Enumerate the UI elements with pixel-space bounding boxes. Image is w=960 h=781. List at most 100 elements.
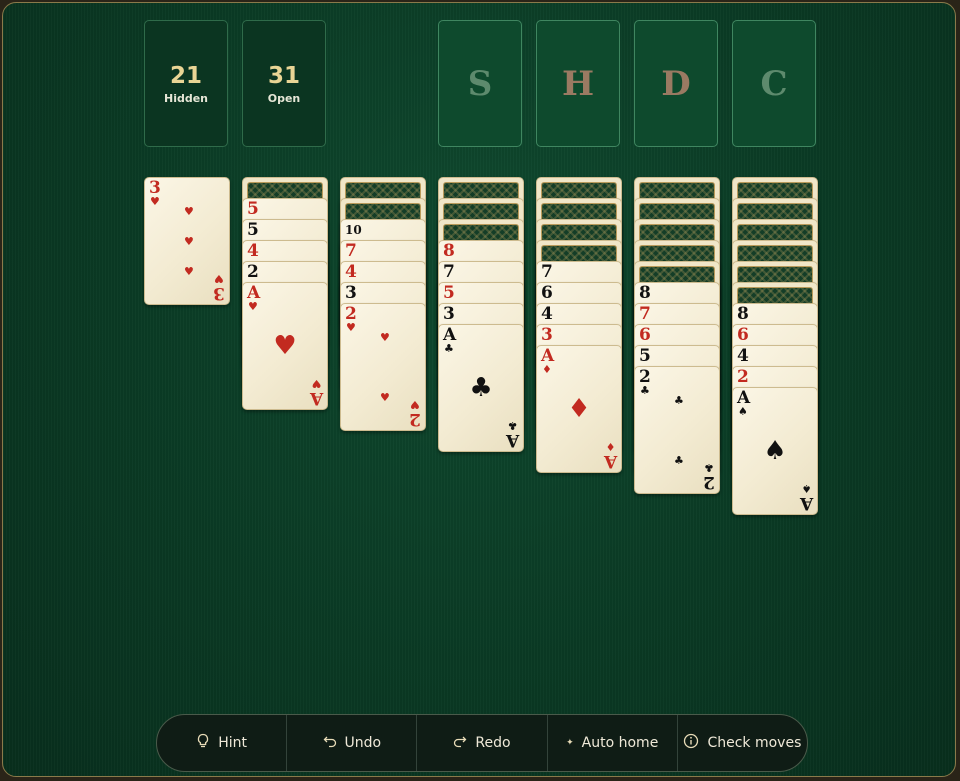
card-rank: 10 [345,223,362,237]
card-rank-bottom: A [799,493,813,513]
heart-icon: ♥ [214,272,225,285]
heart-icon: ♥ [410,398,421,411]
card-rank-bottom: 2 [409,409,421,429]
card-rank: 2 [247,262,259,282]
foundation-hearts[interactable]: H [536,20,620,147]
card-rank-bottom: A [505,430,519,450]
lightbulb-icon [196,733,210,753]
card-rank: 8 [737,304,749,324]
card-corner-bottom: 2 ♥ [409,398,421,429]
heart-icon: ♥ [184,265,194,278]
hint-button[interactable]: Hint [157,715,288,771]
redo-icon [453,734,467,752]
club-icon: ♣ [507,419,518,432]
card-rank: 3 [443,304,455,324]
playing-card[interactable]: A ♣ ♣ A ♣ [438,324,524,452]
card-rank: 5 [639,346,651,366]
card-rank: 6 [639,325,651,345]
card-rank: 5 [247,220,259,240]
card-rank: 5 [443,283,455,303]
check-moves-label: Check moves [707,735,802,751]
card-rank: 3 [345,283,357,303]
card-rank: 4 [247,241,259,261]
card-rank: 6 [541,283,553,303]
hidden-counter: 21 Hidden [144,20,228,147]
sparkle-icon: ✦ [566,738,574,748]
club-icon: ♣ [640,384,650,397]
card-rank-bottom: A [309,388,323,408]
playing-card[interactable]: 2 ♣ ♣ ♣ 2 ♣ [634,366,720,494]
redo-button[interactable]: Redo [417,715,548,771]
heart-icon: ♥ [380,331,390,344]
card-corner-bottom: 2 ♣ [703,461,715,492]
diamond-icon: ♦ [542,363,552,376]
club-icon: ♣ [444,342,454,355]
diamond-icon: ♦ [567,394,591,424]
club-icon: ♣ [674,394,684,407]
card-rank-bottom: 2 [703,472,715,492]
heart-icon: ♥ [184,205,194,218]
card-corner-bottom: A ♠ [799,482,813,513]
card-rank: 6 [737,325,749,345]
diamond-icon: ♦ [605,440,616,453]
card-rank: 3 [541,325,553,345]
spade-icon: ♠ [738,405,748,418]
open-label: Open [267,92,301,105]
foundation-letter: S [467,63,493,104]
club-icon: ♣ [469,373,493,403]
hint-label: Hint [218,735,247,751]
card-rank: 8 [639,283,651,303]
undo-label: Undo [344,735,382,751]
spade-icon: ♠ [763,436,787,466]
undo-button[interactable]: Undo [287,715,418,771]
auto-home-button[interactable]: ✦ Auto home [548,715,678,771]
check-moves-button[interactable]: Check moves [678,715,807,771]
card-rank: 4 [737,346,749,366]
spade-icon: ♠ [801,482,812,495]
playing-card[interactable]: 3 ♥ ♥ ♥ ♥ 3 ♥ [144,177,230,305]
heart-icon: ♥ [273,331,297,361]
heart-icon: ♥ [380,391,390,404]
info-icon [683,733,699,753]
heart-icon: ♥ [248,300,258,313]
foundation-letter: C [760,63,788,104]
card-corner-bottom: A ♦ [603,440,617,471]
playing-card[interactable]: A ♦ ♦ A ♦ [536,345,622,473]
action-toolbar: Hint Undo Redo ✦ Auto home Check moves [156,714,808,772]
redo-label: Redo [475,735,511,751]
club-icon: ♣ [674,454,684,467]
card-rank-bottom: 3 [213,283,225,303]
foundation-diamonds[interactable]: D [634,20,718,147]
auto-home-label: Auto home [581,735,659,751]
card-corner-bottom: A ♣ [505,419,519,450]
card-rank: 4 [345,262,357,282]
card-rank: 7 [639,304,651,324]
card-corner-bottom: A ♥ [309,377,323,408]
card-rank: 2 [737,367,749,387]
heart-icon: ♥ [311,377,322,390]
card-rank: 5 [247,199,259,219]
open-count: 31 [267,63,300,89]
playing-card[interactable]: A ♥ ♥ A ♥ [242,282,328,410]
foundation-clubs[interactable]: C [732,20,816,147]
card-rank: 7 [443,262,455,282]
heart-icon: ♥ [346,321,356,334]
playing-card[interactable]: 2 ♥ ♥ ♥ 2 ♥ [340,303,426,431]
playing-card[interactable]: A ♠ ♠ A ♠ [732,387,818,515]
card-rank-bottom: A [603,451,617,471]
card-corner-bottom: 3 ♥ [213,272,225,303]
card-rank: 7 [541,262,553,282]
card-rank: 4 [541,304,553,324]
undo-icon [323,734,337,752]
card-rank: 7 [345,241,357,261]
game-table: 21 Hidden 31 Open S H D C 3 ♥ ♥ ♥ ♥ 3 ♥ 5 5 4 2 A ♥ ♥… [2,2,956,777]
heart-icon: ♥ [184,235,194,248]
hidden-label: Hidden [163,92,209,105]
open-counter: 31 Open [242,20,326,147]
club-icon: ♣ [704,461,715,474]
hidden-count: 21 [169,63,202,89]
heart-icon: ♥ [150,195,160,208]
foundation-letter: D [661,63,691,104]
foundation-spades[interactable]: S [438,20,522,147]
foundation-letter: H [561,63,595,104]
